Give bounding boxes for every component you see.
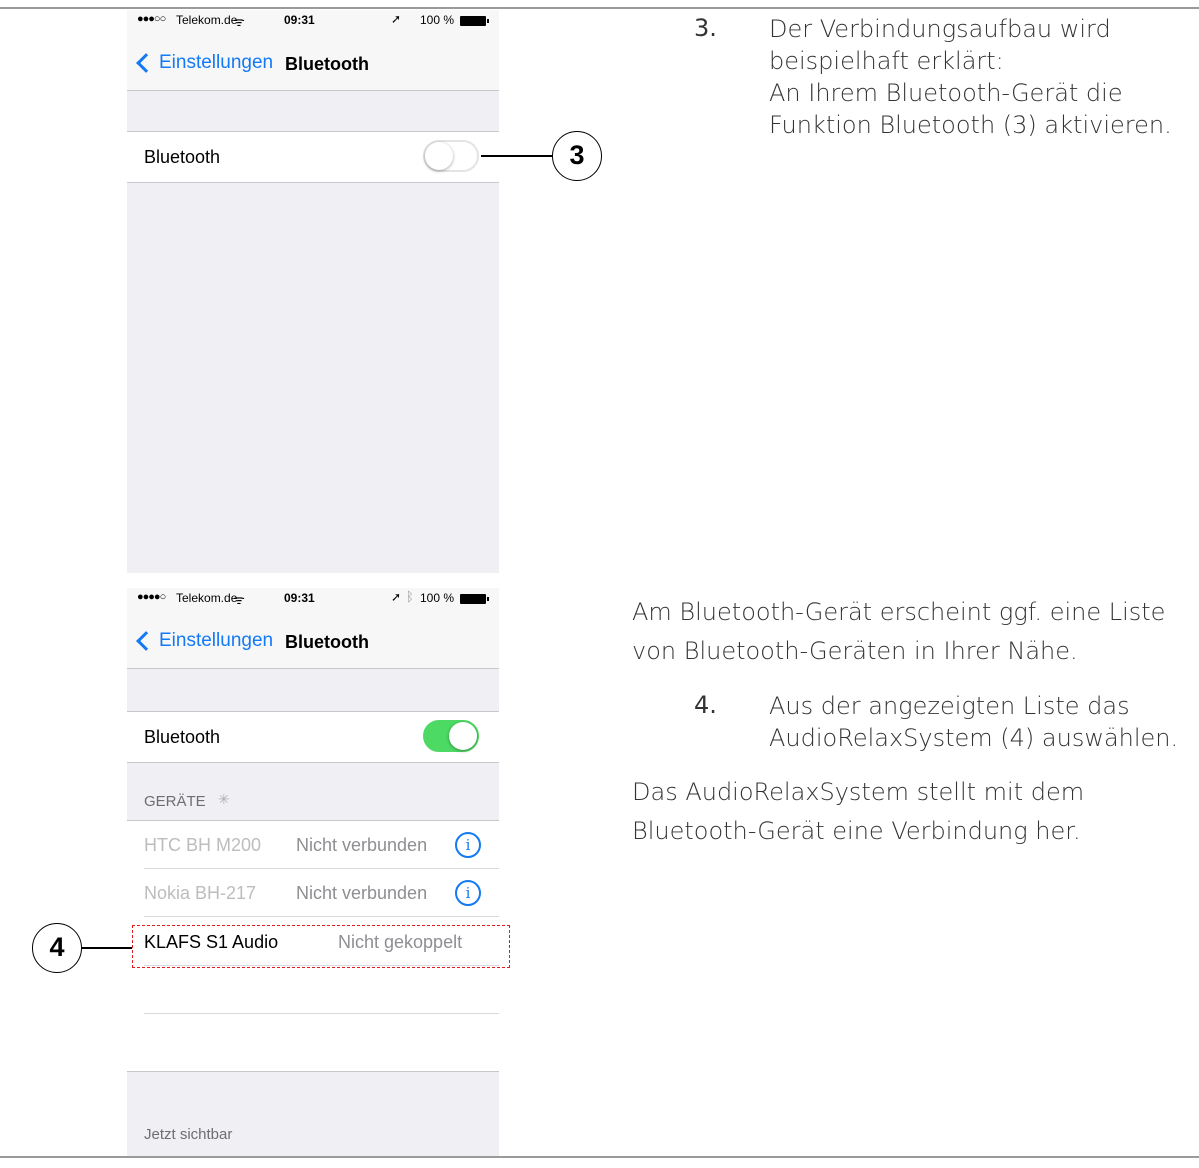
- back-button[interactable]: Einstellungen: [135, 52, 273, 74]
- bluetooth-status-icon: ᛒ: [406, 589, 414, 604]
- status-bar: ●●●○○ Telekom.de ᯤ 09:31 ➚ 100 %: [127, 10, 499, 32]
- devices-section-header: GERÄTE: [144, 793, 206, 810]
- bluetooth-row-label: Bluetooth: [144, 727, 221, 747]
- wifi-icon: ᯤ: [233, 14, 245, 29]
- phone-screen-bluetooth-off: ●●●○○ Telekom.de ᯤ 09:31 ➚ 100 % Einstel…: [127, 10, 499, 573]
- battery-percent: 100 %: [420, 591, 455, 605]
- chevron-left-icon: [136, 631, 156, 651]
- step-3-line: beispielhaft erklärt:: [769, 47, 1004, 75]
- top-rule: [0, 7, 1199, 9]
- chevron-left-icon: [136, 53, 156, 73]
- navigation-bar: Einstellungen Bluetooth: [127, 610, 499, 669]
- step-4-number: 4.: [694, 691, 717, 719]
- navigation-bar: Einstellungen Bluetooth: [127, 32, 499, 91]
- step-3-text: Der Verbindungsaufbau wird beispielhaft …: [769, 13, 1172, 141]
- location-arrow-icon: ➚: [391, 590, 402, 604]
- phone-screen-bluetooth-on: ●●●●○ Telekom.de ᯤ 09:31 ➚ ᛒ 100 % Einst…: [127, 588, 499, 1156]
- bluetooth-setting-row: Bluetooth: [127, 131, 499, 183]
- carrier-label: Telekom.de: [176, 13, 238, 27]
- step-3-number: 3.: [694, 14, 717, 42]
- device-row-htc[interactable]: HTC BH M200 Nicht verbunden i: [127, 821, 499, 869]
- battery-icon: [460, 16, 489, 26]
- bluetooth-toggle-off[interactable]: [423, 140, 479, 172]
- signal-icon: ●●●●○: [137, 591, 166, 603]
- back-button-label: Einstellungen: [159, 52, 274, 73]
- paragraph-line: Am Bluetooth-Gerät erscheint ggf. eine L…: [632, 598, 1166, 626]
- signal-icon: ●●●○○: [137, 13, 166, 25]
- step-4-line: AudioRelaxSystem (4) auswählen.: [769, 724, 1179, 752]
- carrier-label: Telekom.de: [176, 591, 238, 605]
- device-state: Nicht verbunden: [296, 883, 428, 903]
- visibility-footer: Jetzt sichtbar: [144, 1126, 233, 1143]
- back-button[interactable]: Einstellungen: [135, 630, 273, 652]
- device-name: HTC BH M200: [144, 835, 262, 855]
- page-title: Bluetooth: [285, 54, 369, 74]
- callout-4: 4: [32, 923, 82, 973]
- paragraph-line: Das AudioRelaxSystem stellt mit dem: [632, 778, 1085, 806]
- empty-row: [127, 966, 499, 1014]
- wifi-icon: ᯤ: [233, 592, 245, 607]
- row-separator: [144, 916, 499, 917]
- step-3-line: Funktion Bluetooth (3) aktivieren.: [769, 111, 1172, 139]
- battery-icon: [460, 594, 489, 604]
- page-title: Bluetooth: [285, 632, 369, 652]
- step-3-line: An Ihrem Bluetooth-Gerät die: [769, 79, 1123, 107]
- empty-row: [127, 1014, 499, 1062]
- info-icon[interactable]: i: [455, 832, 481, 858]
- bluetooth-setting-row: Bluetooth: [127, 711, 499, 763]
- step-3-line: Der Verbindungsaufbau wird: [769, 15, 1111, 43]
- paragraph-connection: Das AudioRelaxSystem stellt mit dem Blue…: [632, 773, 1084, 851]
- toggle-knob: [425, 142, 453, 170]
- bottom-rule: [0, 1156, 1199, 1158]
- status-time: 09:31: [284, 591, 315, 605]
- back-button-label: Einstellungen: [159, 630, 274, 651]
- device-row-nokia[interactable]: Nokia BH-217 Nicht verbunden i: [127, 869, 499, 917]
- info-icon[interactable]: i: [455, 880, 481, 906]
- step-4-text: Aus der angezeigten Liste das AudioRelax…: [769, 690, 1178, 754]
- loading-spinner-icon: ✳: [218, 791, 230, 807]
- bluetooth-row-label: Bluetooth: [144, 147, 221, 167]
- status-time: 09:31: [284, 13, 315, 27]
- bluetooth-toggle-on[interactable]: [423, 720, 479, 752]
- toggle-knob: [449, 722, 477, 750]
- device-name: Nokia BH-217: [144, 883, 257, 903]
- callout-3-leader: [481, 155, 552, 157]
- location-arrow-icon: ➚: [391, 12, 402, 26]
- paragraph-line: von Bluetooth-Geräten in Ihrer Nähe.: [632, 637, 1078, 665]
- callout-4-leader: [82, 947, 132, 949]
- step-4-line: Aus der angezeigten Liste das: [769, 692, 1130, 720]
- paragraph-line: Bluetooth-Gerät eine Verbindung her.: [632, 817, 1081, 845]
- callout-3: 3: [552, 131, 602, 181]
- selection-highlight: [132, 925, 510, 968]
- battery-percent: 100 %: [420, 13, 455, 27]
- status-bar: ●●●●○ Telekom.de ᯤ 09:31 ➚ ᛒ 100 %: [127, 588, 499, 610]
- device-state: Nicht verbunden: [296, 835, 428, 855]
- paragraph-device-list: Am Bluetooth-Gerät erscheint ggf. eine L…: [632, 593, 1165, 671]
